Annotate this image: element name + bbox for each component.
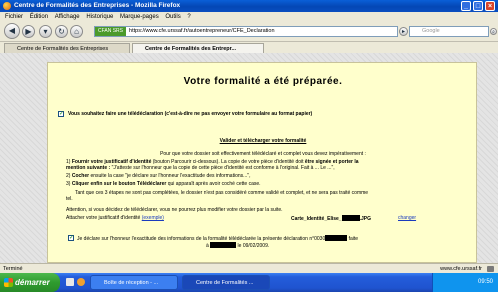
start-label: démarrer	[15, 278, 50, 287]
minimize-button[interactable]: _	[461, 1, 471, 11]
back-button[interactable]: ◀	[4, 23, 20, 39]
step-1-mention: mention suivante : "J'atteste sur l'honn…	[66, 165, 335, 171]
menu-help[interactable]: ?	[187, 14, 190, 20]
go-arrow-icon[interactable]: ▸	[399, 27, 408, 36]
navigation-toolbar: ◀ ▶ ▾ ↻ ⌂ CFAN SRS https://www.cfe.urssaf…	[0, 22, 498, 41]
lock-icon	[487, 266, 494, 272]
close-button[interactable]: ×	[485, 1, 495, 11]
url-text[interactable]: https://www.cfe.urssaf.fr/autoentreprene…	[129, 28, 275, 34]
intro-text: Pour que votre dossier soit effectivemen…	[160, 151, 366, 157]
menu-edition[interactable]: Édition	[30, 14, 48, 20]
taskbar-item-mail[interactable]: Boîte de réception - ...	[90, 275, 178, 290]
declaration-text-2: à le 09/02/2009.	[206, 242, 270, 249]
page-viewport: Votre formalité a été préparée. ✓ Vous s…	[0, 53, 498, 263]
declaration-checkbox[interactable]: ✓	[68, 235, 74, 241]
teledeclaration-label: Vous souhaitez faire une télédéclaration…	[68, 111, 313, 117]
address-bar[interactable]: CFAN SRS https://www.cfe.urssaf.fr/autoen…	[94, 26, 398, 37]
menu-affichage[interactable]: Affichage	[55, 14, 80, 20]
window-title: Centre de Formalités des Entreprises - M…	[14, 2, 181, 9]
site-identity-badge[interactable]: CFAN SRS	[95, 27, 127, 36]
teledeclaration-checkbox[interactable]: ✓	[58, 111, 64, 117]
exemple-link[interactable]: (exemple)	[142, 215, 164, 221]
menu-historique[interactable]: Historique	[86, 14, 113, 20]
attention-text: Attention, si vous décidez de télédéclar…	[66, 207, 283, 213]
reload-button[interactable]: ↻	[55, 25, 68, 38]
firefox-icon	[3, 2, 11, 10]
tab-cfe-2[interactable]: Centre de Formalités des Entrepr...	[132, 43, 264, 53]
dropdown-arrow-icon[interactable]: ▾	[39, 25, 52, 38]
window-titlebar: Centre de Formalités des Entreprises - M…	[0, 0, 498, 12]
step-3: 3) Cliquer enfin sur le bouton Télédécla…	[66, 181, 261, 187]
menu-outils[interactable]: Outils	[165, 14, 180, 20]
taskbar: démarrer Boîte de réception - ... Centre…	[0, 273, 498, 292]
quicklaunch-firefox-icon[interactable]	[77, 278, 85, 286]
change-file-link[interactable]: changer	[398, 215, 416, 221]
redaction-bar	[341, 215, 360, 221]
tab-cfe-1[interactable]: Centre de Formalités des Entreprises	[4, 43, 130, 53]
home-button[interactable]: ⌂	[70, 25, 83, 38]
clock: 09:50	[477, 279, 493, 285]
taskbar-item-firefox[interactable]: Centre de Formalités ...	[182, 275, 270, 290]
redaction-bar	[210, 242, 237, 248]
maximize-button[interactable]: □	[473, 1, 483, 11]
declaration-text: Je déclare sur l'honneur l'exactitude de…	[77, 235, 359, 242]
start-button[interactable]: démarrer	[0, 273, 60, 292]
quicklaunch-icon[interactable]	[66, 278, 74, 286]
warning-line-2: tel.	[66, 196, 73, 202]
menu-marque-pages[interactable]: Marque-pages	[120, 14, 159, 20]
search-input[interactable]: Google	[409, 26, 489, 37]
search-magnifier-icon[interactable]: ⌕	[490, 28, 497, 35]
menu-bar: Fichier Édition Affichage Historique Mar…	[0, 12, 498, 22]
step-2: 2) Cocher ensuite la case "je déclare su…	[66, 173, 251, 179]
forward-button[interactable]: ▶	[22, 25, 35, 38]
warning-line-1: Tant que ces 3 étapes ne sont pas complé…	[75, 190, 369, 196]
system-tray: 09:50	[432, 273, 498, 292]
attached-file-name: Carte_Identité_Elise_ .JPG	[291, 215, 371, 222]
attach-label: Attacher votre justificatif d'identité (…	[66, 215, 164, 221]
page-title: Votre formalité a été préparée.	[183, 76, 343, 87]
redaction-bar	[325, 235, 348, 241]
section-title: Valider et télécharger votre formalité	[219, 138, 307, 144]
windows-logo-icon	[4, 278, 13, 287]
formalite-panel: Votre formalité a été préparée. ✓ Vous s…	[47, 62, 477, 263]
menu-fichier[interactable]: Fichier	[5, 14, 23, 20]
